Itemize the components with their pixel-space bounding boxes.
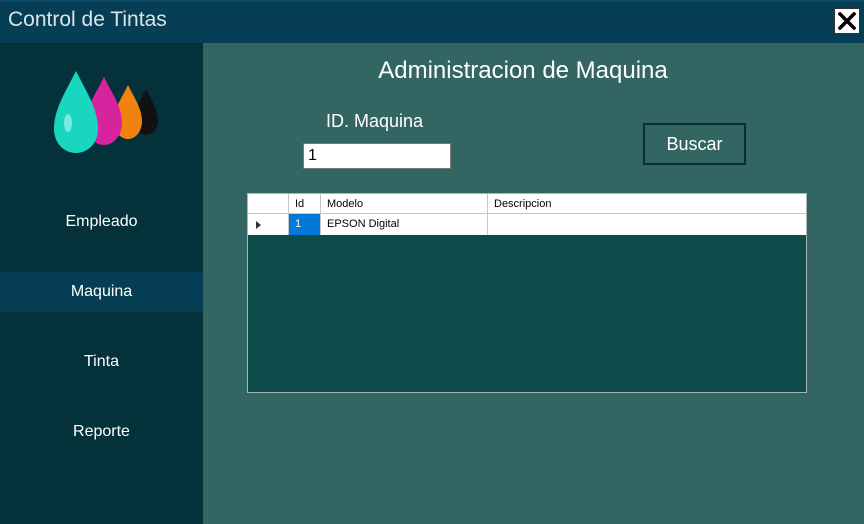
- id-maquina-label: ID. Maquina: [326, 111, 424, 131]
- close-icon: [838, 12, 856, 30]
- column-header-descripcion[interactable]: Descripcion: [488, 194, 806, 213]
- window-title: Control de Tintas: [8, 8, 167, 31]
- id-maquina-input[interactable]: [303, 143, 451, 169]
- column-header-modelo[interactable]: Modelo: [321, 194, 488, 213]
- row-header-corner: [248, 194, 289, 213]
- cell-id[interactable]: 1: [289, 214, 321, 235]
- sidebar-item-reporte[interactable]: Reporte: [0, 412, 203, 452]
- grid-header: Id Modelo Descripcion: [248, 194, 806, 214]
- cell-descripcion[interactable]: [488, 214, 806, 235]
- page-title: Administracion de Maquina: [378, 57, 668, 84]
- sidebar: Empleado Maquina Tinta Reporte: [0, 43, 203, 524]
- maquina-grid[interactable]: Id Modelo Descripcion 1 EPSON Digital: [247, 193, 807, 393]
- column-header-id[interactable]: Id: [289, 194, 321, 213]
- close-button[interactable]: [834, 8, 860, 34]
- app-window: Control de Tintas Empleado Maquina Tinta…: [0, 0, 864, 524]
- title-bar: Control de Tintas: [0, 0, 864, 43]
- ink-drops-logo: [54, 71, 158, 153]
- sidebar-item-tinta[interactable]: Tinta: [0, 342, 203, 382]
- row-selector-icon: [256, 221, 261, 229]
- sidebar-item-empleado[interactable]: Empleado: [0, 202, 203, 242]
- table-row[interactable]: 1 EPSON Digital: [248, 214, 806, 235]
- main-panel: Administracion de Maquina ID. Maquina Bu…: [203, 43, 864, 524]
- buscar-button[interactable]: Buscar: [643, 123, 746, 165]
- cell-modelo[interactable]: EPSON Digital: [321, 214, 488, 235]
- sidebar-item-maquina[interactable]: Maquina: [0, 272, 203, 312]
- row-header[interactable]: [248, 214, 289, 235]
